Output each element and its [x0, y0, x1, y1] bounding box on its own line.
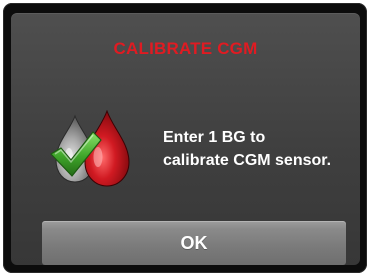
- blood-drop-with-checkmark-icon: [47, 109, 135, 188]
- calibrate-cgm-dialog: CALIBRATE CGM Enter 1 BG to calibrate CG…: [11, 13, 360, 265]
- dialog-message: Enter 1 BG to calibrate CGM sensor.: [163, 126, 358, 172]
- message-line-1: Enter 1 BG to: [163, 129, 266, 146]
- message-line-2: calibrate CGM sensor.: [163, 152, 332, 169]
- dialog-title: CALIBRATE CGM: [113, 39, 258, 58]
- device-screen: CALIBRATE CGM Enter 1 BG to calibrate CG…: [3, 3, 367, 273]
- ok-button-label: OK: [180, 233, 208, 253]
- ok-button[interactable]: OK: [42, 221, 346, 265]
